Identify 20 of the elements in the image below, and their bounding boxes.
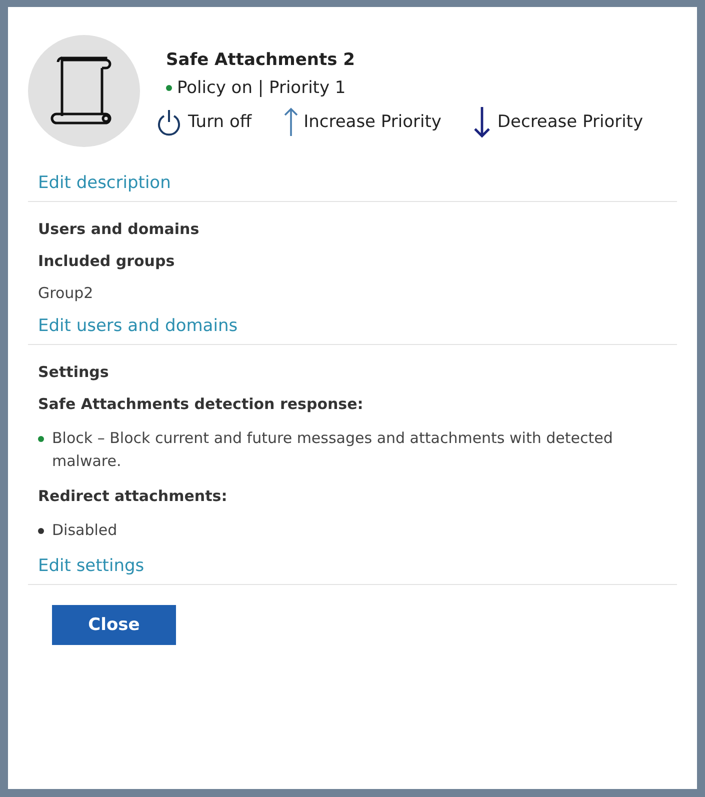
- field-value: Disabled: [52, 520, 118, 541]
- field-label: Safe Attachments detection response:: [38, 395, 364, 413]
- down-arrow-icon: [473, 106, 492, 138]
- edit-link[interactable]: Edit settings: [38, 556, 144, 576]
- power-icon: [156, 108, 182, 136]
- field-value: Group2: [38, 284, 94, 302]
- edit-link[interactable]: Edit description: [38, 173, 171, 193]
- field-label: Redirect attachments:: [38, 487, 228, 505]
- edit-link[interactable]: Edit users and domains: [38, 316, 238, 336]
- policy-title: Safe Attachments 2: [166, 50, 356, 70]
- action-button[interactable]: Increase Priority: [284, 106, 442, 138]
- up-arrow-icon: [284, 107, 298, 137]
- action-button[interactable]: Turn off: [156, 106, 252, 138]
- action-button[interactable]: Decrease Priority: [473, 106, 644, 138]
- section-heading: Users and domains: [38, 220, 200, 238]
- policy-status: Policy on | Priority 1: [177, 78, 346, 98]
- close-button[interactable]: Close: [52, 605, 176, 645]
- field-label: Included groups: [38, 252, 176, 270]
- field-value: Block – Block current and future messages and attachments with detected malware.: [52, 428, 614, 472]
- section-heading: Settings: [38, 363, 110, 381]
